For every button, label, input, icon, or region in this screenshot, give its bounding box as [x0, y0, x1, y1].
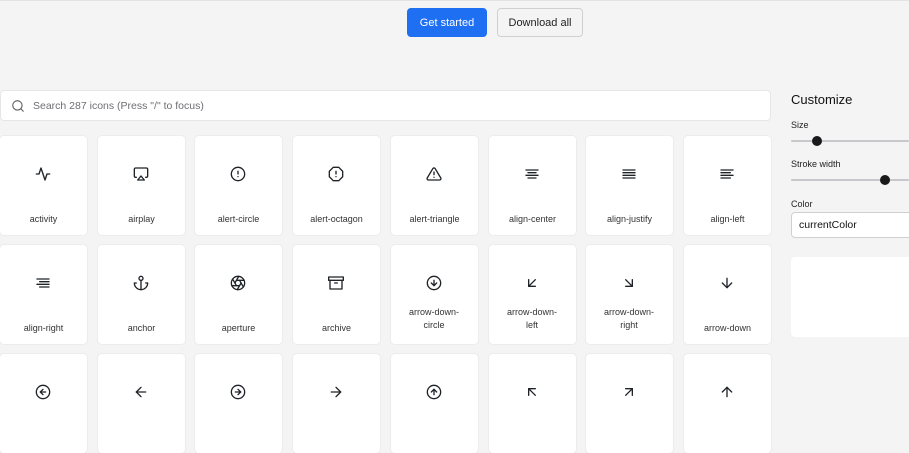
icon-tile[interactable]	[586, 354, 673, 453]
icon-tile[interactable]: arrow-down-circle	[391, 245, 478, 344]
icon-label: archive	[321, 323, 351, 333]
icon-label: anchor	[127, 323, 156, 333]
icon-label: arrow-down-left	[506, 307, 557, 330]
icon-label: arrow-down	[703, 323, 752, 333]
icon-tile[interactable]: anchor	[98, 245, 185, 344]
align-justify-icon	[622, 169, 636, 179]
icon-tile[interactable]: aperture	[195, 245, 282, 344]
search-input[interactable]	[33, 99, 770, 112]
get-started-button[interactable]: Get started	[407, 8, 487, 37]
arrow-down-right-icon	[625, 279, 633, 287]
icon-label: aperture	[221, 323, 256, 333]
activity-icon	[35, 167, 51, 181]
icon-tile[interactable]	[391, 354, 478, 453]
icon-tile[interactable]: alert-octagon	[293, 136, 380, 235]
airplay-icon	[133, 167, 149, 181]
icon-tile[interactable]: arrow-down-left	[489, 245, 576, 344]
icon-label: activity	[29, 214, 58, 224]
size-slider[interactable]	[791, 140, 909, 142]
icon-tile[interactable]	[489, 354, 576, 453]
archive-icon	[328, 276, 344, 290]
icon-label: align-justify	[606, 214, 653, 224]
icon-label: alert-octagon	[310, 214, 363, 224]
arrow-down-circle-icon	[426, 275, 442, 291]
icon-label: arrow-down-right	[603, 307, 654, 330]
search-bar[interactable]	[0, 90, 771, 121]
icon-label: airplay	[128, 214, 155, 224]
arrow-up-right-icon	[625, 388, 633, 396]
align-center-icon	[525, 169, 539, 179]
icon-tile[interactable]	[195, 354, 282, 453]
arrow-up-icon	[721, 386, 733, 398]
icon-tile[interactable]: arrow-down	[684, 245, 771, 344]
arrow-up-left-icon	[528, 388, 536, 396]
arrow-right-circle-icon	[230, 384, 246, 400]
customize-title: Customize	[791, 92, 853, 107]
arrow-left-circle-icon	[35, 384, 51, 400]
icon-tile[interactable]: align-left	[684, 136, 771, 235]
icon-label: align-right	[23, 323, 64, 333]
icon-tile[interactable]: align-justify	[586, 136, 673, 235]
icon-tile[interactable]: airplay	[98, 136, 185, 235]
color-input[interactable]: currentColor	[791, 212, 909, 238]
download-all-button[interactable]: Download all	[497, 8, 583, 37]
arrow-up-circle-icon	[426, 384, 442, 400]
icon-tile[interactable]	[0, 354, 87, 453]
icon-label: alert-circle	[217, 214, 260, 224]
aperture-icon	[230, 275, 246, 291]
icon-tile[interactable]: align-right	[0, 245, 87, 344]
arrow-down-icon	[721, 277, 733, 289]
icon-label: arrow-down-circle	[408, 307, 459, 330]
icon-tile[interactable]: arrow-down-right	[586, 245, 673, 344]
alert-circle-icon	[230, 166, 246, 182]
arrow-right-icon	[330, 386, 342, 398]
size-label: Size	[791, 120, 809, 130]
icon-label: align-center	[508, 214, 557, 224]
arrow-left-icon	[135, 386, 147, 398]
align-right-icon	[36, 278, 50, 288]
align-left-icon	[720, 169, 734, 179]
icon-tile[interactable]: align-center	[489, 136, 576, 235]
icon-tile[interactable]	[98, 354, 185, 453]
icon-tile[interactable]: alert-circle	[195, 136, 282, 235]
icon-tile[interactable]	[684, 354, 771, 453]
stroke-width-slider[interactable]	[791, 179, 909, 181]
search-icon	[12, 99, 24, 112]
alert-triangle-icon	[426, 167, 442, 181]
color-label: Color	[791, 199, 813, 209]
top-divider	[0, 0, 909, 1]
stroke-width-label: Stroke width	[791, 159, 841, 169]
icon-label: alert-triangle	[409, 214, 460, 224]
icon-tile[interactable]: archive	[293, 245, 380, 344]
icon-tile[interactable]: activity	[0, 136, 87, 235]
arrow-down-left-icon	[528, 279, 536, 287]
stroke-width-slider-thumb[interactable]	[880, 175, 891, 185]
icon-label: align-left	[710, 214, 745, 224]
preview-panel	[791, 257, 909, 337]
icon-tile[interactable]	[293, 354, 380, 453]
icon-tile[interactable]: alert-triangle	[391, 136, 478, 235]
anchor-icon	[133, 275, 149, 291]
alert-octagon-icon	[328, 166, 344, 182]
size-slider-thumb[interactable]	[811, 136, 822, 146]
